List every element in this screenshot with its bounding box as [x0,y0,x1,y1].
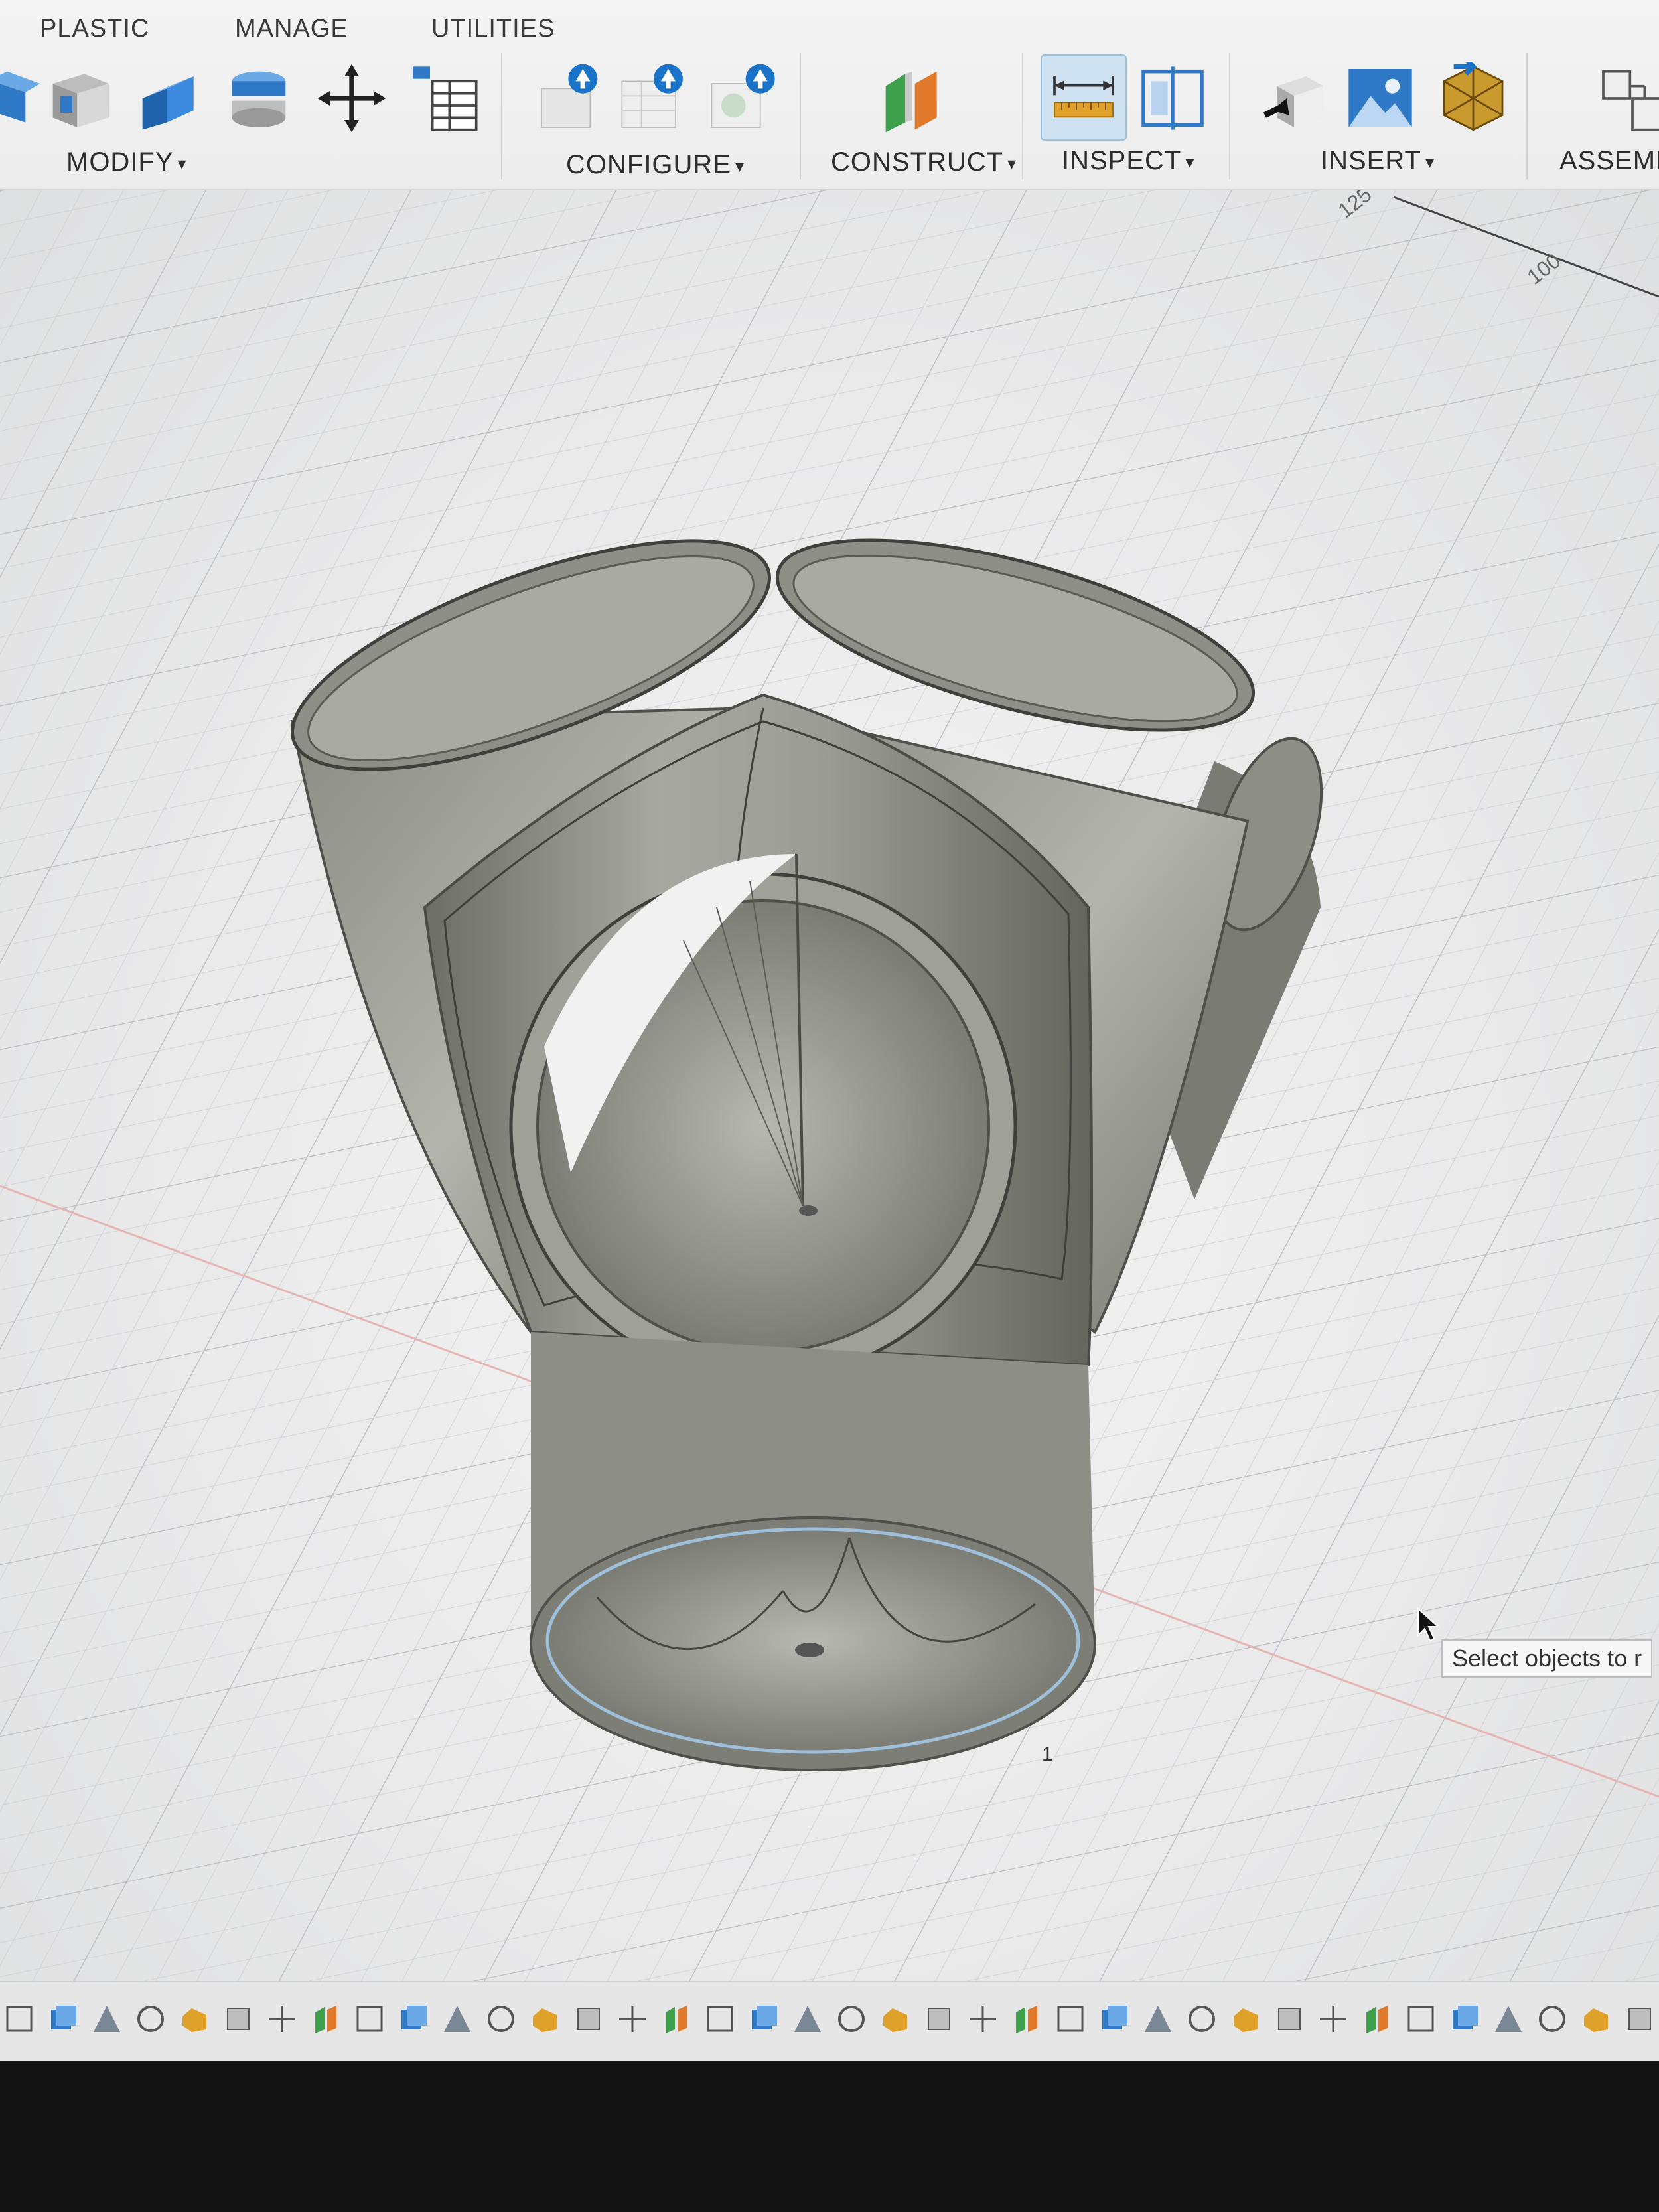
configure-menu[interactable]: CONFIGURE ▾ [566,150,745,180]
timeline-feature-icon[interactable] [657,2000,695,2038]
timeline-feature-icon[interactable] [701,2000,739,2038]
timeline-feature-icon[interactable] [569,2000,608,2038]
timeline-feature-icon[interactable] [1577,2000,1615,2038]
timeline-feature-icon[interactable] [788,2000,827,2038]
insert-canvas-icon[interactable] [1340,58,1420,138]
combine-icon[interactable] [129,58,209,138]
timeline-feature-icon[interactable] [1051,2000,1090,2038]
timeline-feature-icon[interactable] [1621,2000,1659,2038]
timeline-feature-icon[interactable] [175,2000,214,2038]
timeline-feature-icon[interactable] [613,2000,652,2038]
timeline-feature-list [0,2000,1659,2042]
configure-update-icon[interactable] [531,58,611,138]
bottom-outlet-pipe[interactable] [530,1332,1096,1771]
timeline-feature-icon[interactable] [1270,2000,1309,2038]
ribbon-divider [800,53,801,179]
selection-tooltip: Select objects to r [1441,1639,1653,1678]
shell-icon[interactable] [40,58,119,138]
parameters-icon[interactable] [405,58,484,138]
split-body-icon[interactable] [219,58,299,138]
timeline-feature-icon[interactable] [745,2000,783,2038]
insert-menu[interactable]: INSERT ▾ [1321,146,1435,176]
configure-rule-icon[interactable] [703,58,783,138]
timeline-feature-icon[interactable] [1183,2000,1221,2038]
timeline-feature-icon[interactable] [394,2000,433,2038]
point-marker-label: 1 [1042,1743,1053,1765]
timeline-feature-icon[interactable] [1139,2000,1177,2038]
offset-plane-icon[interactable] [873,58,952,138]
fusion-app-window: PLASTIC MANAGE UTILITIES MODIFY ▾ CONFIG… [0,0,1659,2212]
timeline-feature-icon[interactable] [88,2000,126,2038]
section-analysis-icon[interactable] [1133,58,1212,138]
timeline-feature-icon[interactable] [1489,2000,1528,2038]
timeline-feature-icon[interactable] [44,2000,82,2038]
timeline-feature-icon[interactable] [920,2000,958,2038]
ribbon-divider [1526,53,1528,179]
wye-pipe-body[interactable] [0,190,1659,1982]
ribbon-divider [501,53,502,179]
move-icon[interactable] [312,58,392,138]
timeline-feature-icon[interactable] [1358,2000,1396,2038]
timeline-feature-icon[interactable] [876,2000,914,2038]
timeline-feature-icon[interactable] [350,2000,389,2038]
timeline-feature-icon[interactable] [1226,2000,1265,2038]
insert-mesh-icon[interactable] [1433,58,1513,138]
configure-table-icon[interactable] [614,58,693,138]
timeline-feature-icon[interactable] [438,2000,476,2038]
timeline-feature-icon[interactable] [131,2000,170,2038]
design-history-timeline [0,1981,1659,2062]
mouse-cursor-icon [1417,1607,1440,1642]
timeline-feature-icon[interactable] [1314,2000,1352,2038]
measure-icon[interactable] [1041,54,1127,141]
tab-utilities[interactable]: UTILITIES [431,15,555,43]
timeline-feature-icon[interactable] [263,2000,301,2038]
timeline-feature-icon[interactable] [219,2000,257,2038]
timeline-feature-icon[interactable] [307,2000,345,2038]
timeline-feature-icon[interactable] [526,2000,564,2038]
new-component-icon[interactable] [1593,58,1659,138]
timeline-feature-icon[interactable] [1402,2000,1440,2038]
timeline-feature-icon[interactable] [832,2000,871,2038]
construct-menu[interactable]: CONSTRUCT ▾ [831,147,1017,177]
timeline-feature-icon[interactable] [964,2000,1002,2038]
tab-manage[interactable]: MANAGE [235,15,348,43]
assemble-menu[interactable]: ASSEMB [1559,146,1659,176]
toolbar-ribbon: PLASTIC MANAGE UTILITIES MODIFY ▾ CONFIG… [0,0,1659,190]
3d-viewport[interactable]: 125 100 1 Select objects to r [0,190,1659,1982]
timeline-feature-icon[interactable] [1095,2000,1133,2038]
modify-menu[interactable]: MODIFY ▾ [66,147,187,177]
insert-derive-icon[interactable] [1254,58,1334,138]
ribbon-divider [1229,53,1230,179]
timeline-feature-icon[interactable] [1533,2000,1571,2038]
timeline-feature-icon[interactable] [1007,2000,1046,2038]
ribbon-divider [1022,53,1023,179]
timeline-feature-icon[interactable] [1445,2000,1484,2038]
inspect-menu[interactable]: INSPECT ▾ [1062,146,1194,176]
timeline-feature-icon[interactable] [0,2000,38,2038]
timeline-feature-icon[interactable] [482,2000,520,2038]
monitor-bezel [0,2061,1659,2212]
tab-plastic[interactable]: PLASTIC [40,15,149,43]
